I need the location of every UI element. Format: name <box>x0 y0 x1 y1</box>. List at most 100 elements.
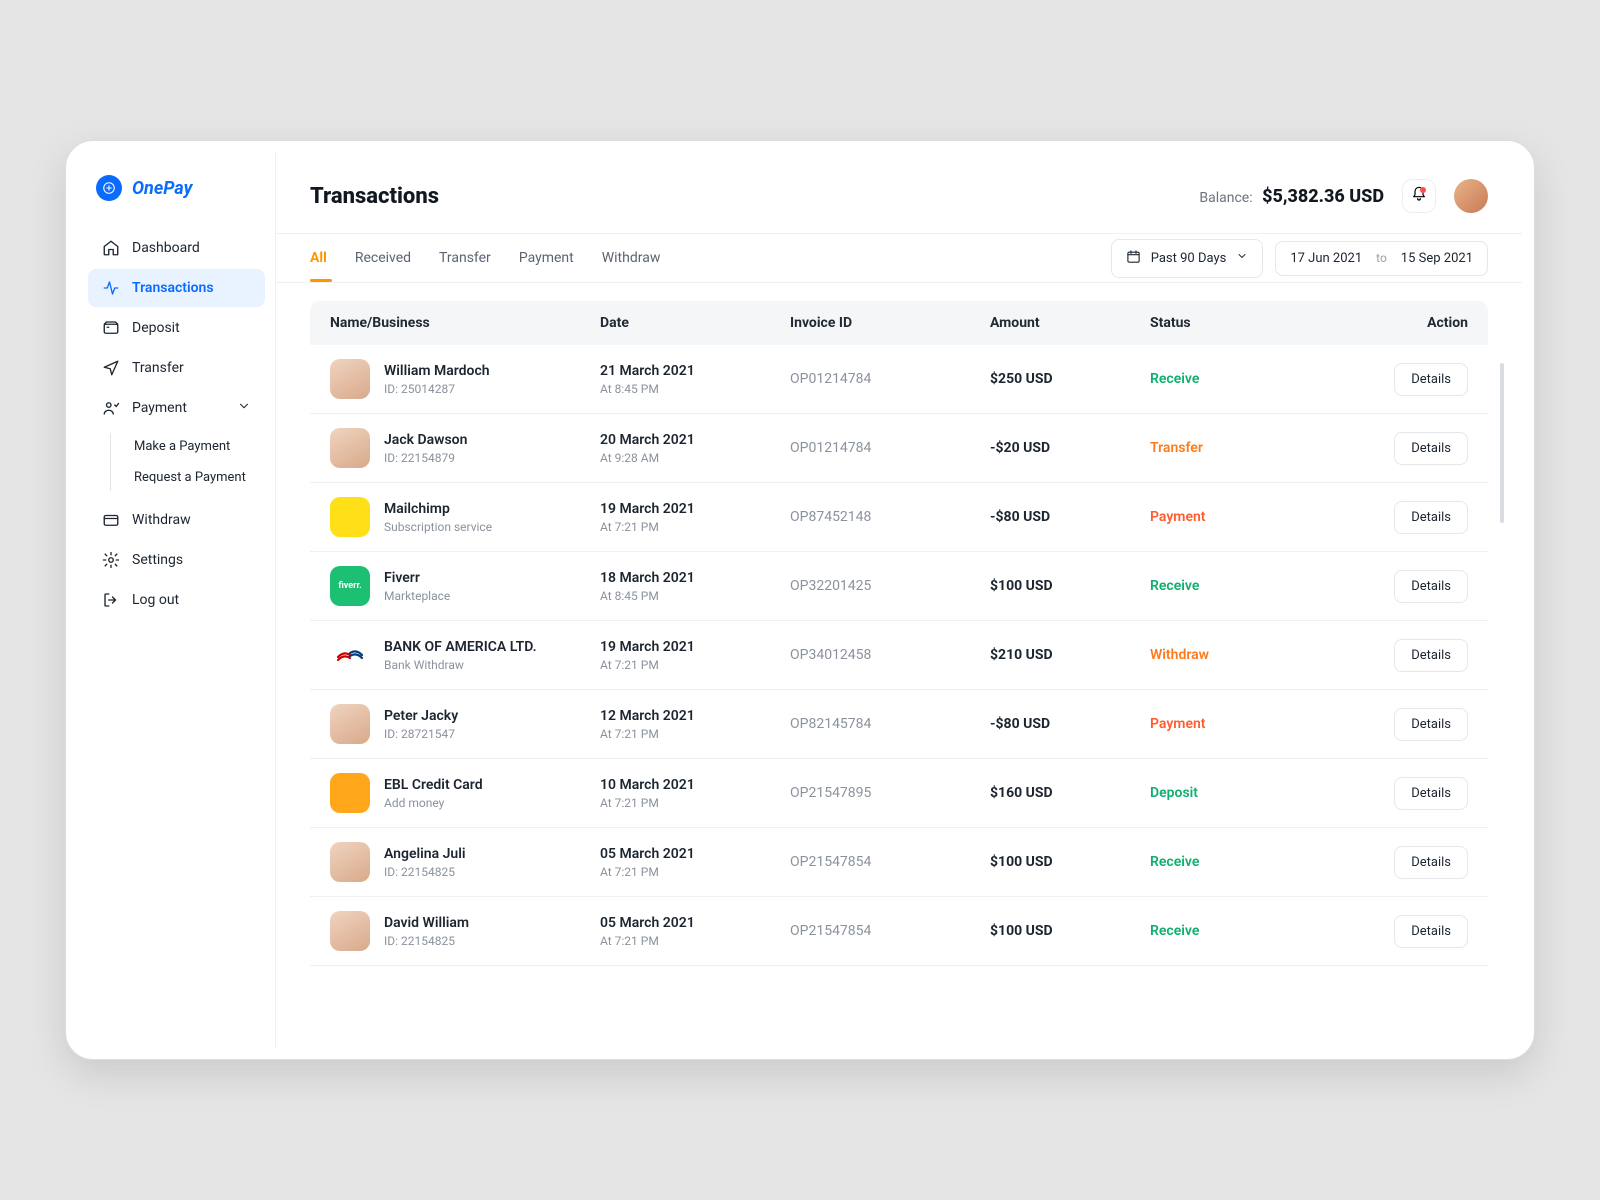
row-invoice: OP21547854 <box>790 923 990 939</box>
details-button[interactable]: Details <box>1394 363 1468 396</box>
row-invoice: OP21547895 <box>790 785 990 801</box>
row-time: At 7:21 PM <box>600 658 790 672</box>
row-sub: ID: 22154825 <box>384 934 469 948</box>
date-range-picker[interactable]: 17 Jun 2021 to 15 Sep 2021 <box>1275 241 1488 276</box>
details-button[interactable]: Details <box>1394 570 1468 603</box>
row-sub: ID: 25014287 <box>384 382 490 396</box>
details-button[interactable]: Details <box>1394 708 1468 741</box>
row-amount: $100 USD <box>990 923 1150 939</box>
row-avatar: fiverr. <box>330 566 370 606</box>
scrollbar[interactable] <box>1500 363 1504 523</box>
details-button[interactable]: Details <box>1394 777 1468 810</box>
balance: Balance: $5,382.36 USD <box>1199 186 1384 207</box>
th-action: Action <box>1310 315 1468 331</box>
row-name: William Mardoch <box>384 363 490 379</box>
table-row: David William ID: 22154825 05 March 2021… <box>310 897 1488 966</box>
row-sub: ID: 28721547 <box>384 727 458 741</box>
nav-logout[interactable]: Log out <box>88 581 265 619</box>
tab-transfer[interactable]: Transfer <box>439 234 491 282</box>
row-name: Angelina Juli <box>384 846 465 862</box>
details-button[interactable]: Details <box>1394 846 1468 879</box>
table-header: Name/Business Date Invoice ID Amount Sta… <box>310 301 1488 345</box>
nav-payment-sub: Make a Payment Request a Payment <box>88 431 265 493</box>
nav-payment[interactable]: Payment <box>88 389 265 427</box>
row-invoice: OP82145784 <box>790 716 990 732</box>
row-date: 18 March 2021 <box>600 570 790 586</box>
caret-down-icon <box>1236 250 1248 266</box>
user-avatar[interactable] <box>1454 179 1488 213</box>
row-invoice: OP87452148 <box>790 509 990 525</box>
nav-label: Deposit <box>132 320 180 336</box>
row-amount: -$80 USD <box>990 509 1150 525</box>
nav-settings[interactable]: Settings <box>88 541 265 579</box>
table-row: EBL Credit Card Add money 10 March 2021 … <box>310 759 1488 828</box>
nav-request-payment[interactable]: Request a Payment <box>106 462 265 493</box>
nav-deposit[interactable]: Deposit <box>88 309 265 347</box>
nav-withdraw[interactable]: Withdraw <box>88 501 265 539</box>
tab-all[interactable]: All <box>310 234 327 282</box>
row-status: Receive <box>1150 854 1310 870</box>
row-status: Withdraw <box>1150 647 1310 663</box>
row-time: At 7:21 PM <box>600 934 790 948</box>
balance-label: Balance: <box>1199 190 1252 206</box>
table-row: Peter Jacky ID: 28721547 12 March 2021 A… <box>310 690 1488 759</box>
row-amount: -$20 USD <box>990 440 1150 456</box>
main: Transactions Balance: $5,382.36 USD All … <box>276 153 1522 1047</box>
nav-transactions[interactable]: Transactions <box>88 269 265 307</box>
row-avatar <box>330 497 370 537</box>
activity-icon <box>102 279 120 297</box>
nav-make-payment[interactable]: Make a Payment <box>106 431 265 462</box>
date-sep: to <box>1376 251 1387 265</box>
tab-withdraw[interactable]: Withdraw <box>602 234 661 282</box>
calendar-icon <box>1126 249 1141 268</box>
date-preset-dropdown[interactable]: Past 90 Days <box>1111 239 1264 278</box>
row-avatar <box>330 359 370 399</box>
filterbar: All Received Transfer Payment Withdraw P… <box>276 233 1522 283</box>
table-row: Mailchimp Subscription service 19 March … <box>310 483 1488 552</box>
nav-transfer[interactable]: Transfer <box>88 349 265 387</box>
row-amount: $160 USD <box>990 785 1150 801</box>
brand[interactable]: OnePay <box>78 175 275 229</box>
row-sub: Subscription service <box>384 520 492 534</box>
nav-label: Transactions <box>132 280 214 296</box>
row-invoice: OP34012458 <box>790 647 990 663</box>
nav-label: Settings <box>132 552 183 568</box>
row-name: EBL Credit Card <box>384 777 483 793</box>
details-button[interactable]: Details <box>1394 501 1468 534</box>
row-sub: ID: 22154825 <box>384 865 465 879</box>
logout-icon <box>102 591 120 609</box>
row-time: At 7:21 PM <box>600 796 790 810</box>
details-button[interactable]: Details <box>1394 915 1468 948</box>
row-date: 12 March 2021 <box>600 708 790 724</box>
tabs: All Received Transfer Payment Withdraw <box>310 234 660 282</box>
send-icon <box>102 359 120 377</box>
row-sub: Add money <box>384 796 483 810</box>
tab-received[interactable]: Received <box>355 234 411 282</box>
row-time: At 8:45 PM <box>600 589 790 603</box>
table-body[interactable]: William Mardoch ID: 25014287 21 March 20… <box>310 345 1488 985</box>
row-date: 21 March 2021 <box>600 363 790 379</box>
details-button[interactable]: Details <box>1394 639 1468 672</box>
date-from: 17 Jun 2021 <box>1290 251 1362 266</box>
brand-logo-icon <box>96 175 122 201</box>
row-invoice: OP32201425 <box>790 578 990 594</box>
row-date: 19 March 2021 <box>600 501 790 517</box>
th-amount: Amount <box>990 315 1150 331</box>
row-date: 05 March 2021 <box>600 915 790 931</box>
row-status: Receive <box>1150 923 1310 939</box>
th-status: Status <box>1150 315 1310 331</box>
sidebar: OnePay Dashboard Transactions Deposit T <box>78 153 276 1047</box>
nav-dashboard[interactable]: Dashboard <box>88 229 265 267</box>
row-name: Peter Jacky <box>384 708 458 724</box>
th-invoice: Invoice ID <box>790 315 990 331</box>
nav: Dashboard Transactions Deposit Transfer … <box>78 229 275 619</box>
row-time: At 7:21 PM <box>600 865 790 879</box>
row-status: Receive <box>1150 578 1310 594</box>
details-button[interactable]: Details <box>1394 432 1468 465</box>
tab-payment[interactable]: Payment <box>519 234 574 282</box>
row-date: 10 March 2021 <box>600 777 790 793</box>
table-row: Jack Dawson ID: 22154879 20 March 2021 A… <box>310 414 1488 483</box>
notifications-button[interactable] <box>1402 179 1436 213</box>
row-avatar <box>330 704 370 744</box>
row-sub: ID: 22154879 <box>384 451 467 465</box>
